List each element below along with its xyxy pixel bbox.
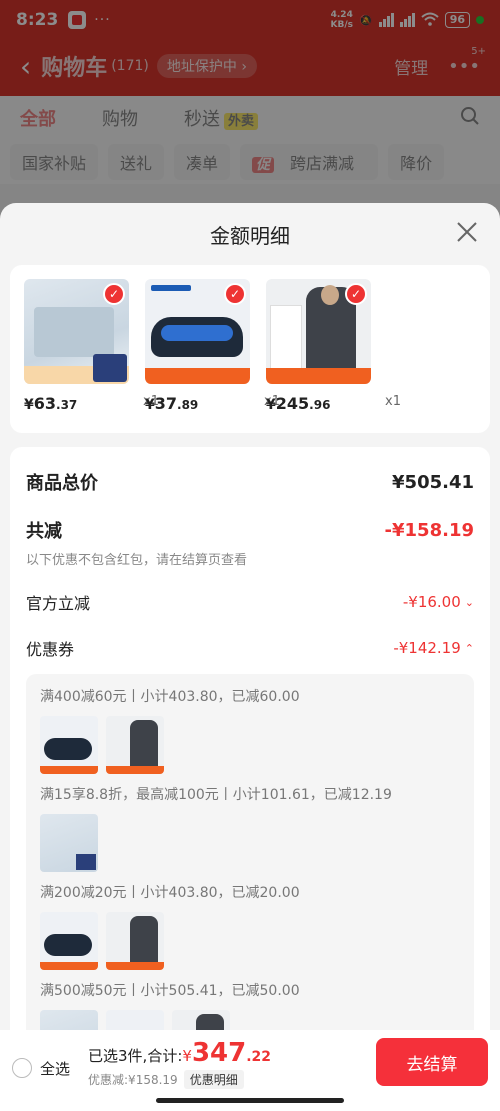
discount-detail-button[interactable]: 优惠明细	[183, 1070, 244, 1089]
coupon-products	[40, 814, 460, 872]
coupon-rule: 满400减60元丨小计403.80，已减60.00	[40, 689, 300, 705]
official-discount-row[interactable]: 官方立减 -¥16.00 ⌄	[26, 590, 474, 614]
checked-icon[interactable]: ✓	[345, 283, 367, 305]
amount-summary: 商品总价 ¥505.41 共减 -¥158.19 以下优惠不包含红包，请在结算页…	[10, 447, 490, 1111]
official-discount-label: 官方立减	[26, 594, 91, 613]
product-thumbnail	[40, 814, 98, 872]
total-summary: 已选3件,合计: ¥347.22 优惠减:¥158.19 优惠明细	[88, 1038, 271, 1089]
selected-total: 已选3件,合计: ¥347.22	[88, 1038, 272, 1068]
discount-row: 共减 -¥158.19	[26, 517, 474, 543]
coupon-rule: 满15享8.8折，最高减100元丨小计101.61，已减12.19	[40, 787, 392, 803]
discount-summary: 优惠减:¥158.19 优惠明细	[88, 1070, 271, 1089]
select-all-label[interactable]: 全选	[40, 1058, 70, 1079]
checkout-button[interactable]: 去结算	[376, 1038, 488, 1086]
total-amount: ¥505.41	[392, 471, 474, 493]
select-all-radio[interactable]	[12, 1058, 32, 1078]
product-item[interactable]: ✓ ¥245.96 x1	[266, 279, 401, 433]
product-thumbnail	[106, 912, 164, 970]
product-qty: x1	[385, 394, 401, 409]
chevron-up-icon: ⌃	[464, 641, 474, 655]
product-item[interactable]: ✓ ¥63.37 x1	[24, 279, 159, 433]
checked-icon[interactable]: ✓	[224, 283, 246, 305]
discount-label: 共减	[26, 521, 62, 542]
chevron-down-icon: ⌄	[464, 595, 474, 609]
product-image: ✓	[24, 279, 129, 384]
coupon-row[interactable]: 优惠券 -¥142.19 ⌃	[26, 636, 474, 660]
product-item[interactable]: ✓ ¥37.89 x1	[145, 279, 280, 433]
total-row: 商品总价 ¥505.41	[26, 469, 474, 495]
checked-icon[interactable]: ✓	[103, 283, 125, 305]
amount-detail-sheet: 金额明细 ✓ ¥63.37 x1 ✓ ¥37.89 x1 ✓ ¥ 245 .96…	[0, 203, 500, 1111]
product-price: ¥245.96 x1	[266, 394, 401, 413]
coupon-rule: 满200减20元丨小计403.80，已减20.00	[40, 885, 300, 901]
coupon-label: 优惠券	[26, 640, 75, 659]
coupon-detail-list: 满400减60元丨小计403.80，已减60.00 满15享8.8折，最高减10…	[26, 674, 474, 1074]
product-list: ✓ ¥63.37 x1 ✓ ¥37.89 x1 ✓ ¥245.96 x1	[10, 265, 490, 433]
coupon-products	[40, 716, 460, 774]
product-image: ✓	[145, 279, 250, 384]
coupon-amount: -¥142.19	[393, 639, 461, 657]
product-image: ✓	[266, 279, 371, 384]
product-thumbnail	[40, 716, 98, 774]
sheet-header: 金额明细	[0, 203, 500, 265]
sheet-title: 金额明细	[210, 223, 290, 248]
close-icon[interactable]	[454, 219, 480, 245]
discount-note: 以下优惠不包含红包，请在结算页查看	[26, 553, 248, 568]
coupon-products	[40, 912, 460, 970]
total-label: 商品总价	[26, 473, 98, 494]
coupon-rule: 满500减50元丨小计505.41，已减50.00	[40, 983, 300, 999]
discount-amount: -¥158.19	[384, 519, 474, 541]
product-price: ¥63.37 x1	[24, 394, 159, 413]
product-price: ¥37.89 x1	[145, 394, 280, 413]
home-indicator[interactable]	[156, 1098, 344, 1103]
official-discount-amount: -¥16.00	[402, 593, 461, 611]
product-thumbnail	[40, 912, 98, 970]
product-thumbnail	[106, 716, 164, 774]
